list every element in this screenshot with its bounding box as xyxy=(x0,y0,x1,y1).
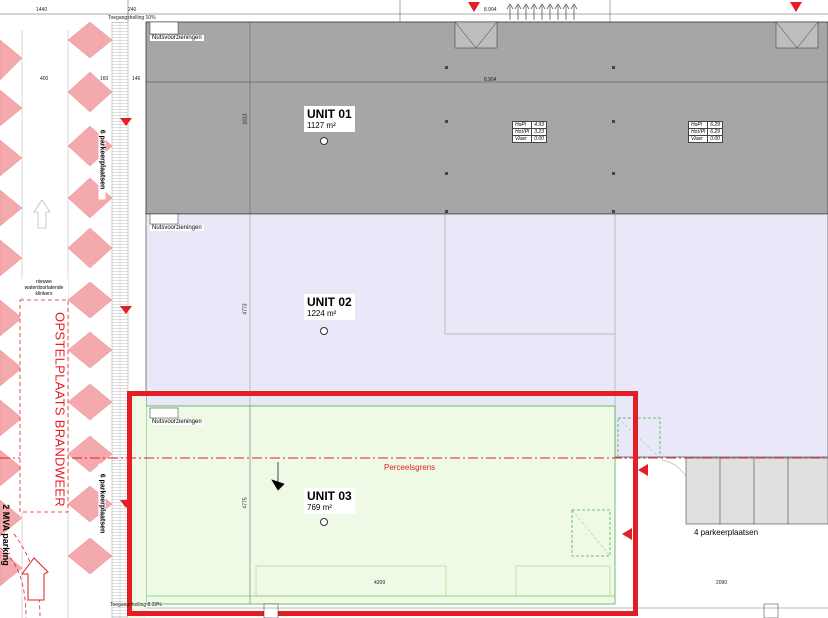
level-marker-icon xyxy=(320,518,328,526)
unit-01-area-value: 1127 m² xyxy=(307,121,336,130)
ratio-key: HoPl xyxy=(687,121,709,129)
parcel-boundary-label: Perceelsgrens xyxy=(384,463,436,472)
unit-01-name: UNIT 01 xyxy=(307,107,352,121)
parking-right-label: 4 parkeerplaatsen xyxy=(694,528,759,537)
unit-02-area-value: 1224 m² xyxy=(307,309,337,318)
dim-bottom-a: 4209 xyxy=(374,580,386,586)
ratio-value: 4.93 xyxy=(531,121,547,129)
level-marker-icon xyxy=(320,137,328,145)
ratio-value: 3.23 xyxy=(531,128,547,136)
ratio-value: 6.29 xyxy=(707,121,723,129)
ratio-row: HoPl 6.29 xyxy=(687,121,723,129)
utility-box-2 xyxy=(149,213,179,225)
ratio-key: HoVPl xyxy=(687,128,709,136)
pavement-note-line-3: klinkers xyxy=(35,291,53,297)
ratio-row: HoVPl 6.29 xyxy=(687,128,723,136)
ratio-table-1: HoPl 4.93 HoVPl 3.23 Vloer 0.00 xyxy=(511,121,547,143)
level-marker-icon xyxy=(320,327,328,335)
unit-02-name: UNIT 02 xyxy=(307,295,352,309)
parking-right xyxy=(685,457,828,525)
dim-top-a: 1440 xyxy=(36,7,48,13)
dim-bottom-b: 2090 xyxy=(716,580,728,586)
dim-v-a: 1613 xyxy=(242,113,249,125)
ratio-row: HoVPl 3.23 xyxy=(511,128,547,136)
utility-box-1 xyxy=(149,21,179,35)
unit-01-label: UNIT 01 1127 m² xyxy=(304,106,355,132)
ratio-key: Vloer xyxy=(511,135,533,143)
edge-parking-text: 2 MVA parking xyxy=(1,504,11,566)
ratio-value: 0.00 xyxy=(707,135,723,143)
slope-bottom: Toegangshelling 8.33% xyxy=(110,602,162,608)
utilities-label-3: Nutsvoorzieningen xyxy=(150,419,204,425)
ratio-value: 6.29 xyxy=(707,128,723,136)
utility-box-3 xyxy=(149,407,179,419)
dim-left-b: 160 xyxy=(100,76,109,82)
slope-top: Toegangshelling 10% xyxy=(108,15,156,21)
ratio-key: HoVPl xyxy=(511,128,533,136)
dim-v-c: 4775 xyxy=(242,497,249,509)
dim-left-c: 146 xyxy=(132,76,141,82)
unit-03-name: UNIT 03 xyxy=(307,489,352,503)
dim-left-a: 400 xyxy=(40,76,49,82)
pavement-note: nieuwe waterdoorlatende klinkers xyxy=(20,279,68,297)
dim-top-c: 8.904 xyxy=(484,7,497,13)
unit-03-label: UNIT 03 769 m² xyxy=(304,488,355,514)
utilities-label-2: Nutsvoorzieningen xyxy=(150,225,204,231)
parking-left-top-label: 6 parkeerplaatsen xyxy=(98,119,106,200)
fire-brigade-label: OPSTELPLAATS BRANDWEER xyxy=(52,312,68,507)
ratio-value: 0.00 xyxy=(531,135,547,143)
floor-plan xyxy=(0,0,828,618)
unit-02-label: UNIT 02 1224 m² xyxy=(304,294,355,320)
ratio-table-2: HoPl 6.29 HoVPl 6.29 Vloer 0.00 xyxy=(687,121,723,143)
ratio-key: Vloer xyxy=(687,135,709,143)
unit-03-area-value: 769 m² xyxy=(307,503,332,512)
dim-mid: 8.904 xyxy=(484,77,497,83)
ratio-row: Vloer 0.00 xyxy=(687,135,723,143)
ratio-row: Vloer 0.00 xyxy=(511,135,547,143)
unit-03-area xyxy=(145,405,616,605)
ratio-row: HoPl 4.93 xyxy=(511,121,547,129)
dim-v-b: 4773 xyxy=(242,303,249,315)
dim-top-b: 240 xyxy=(128,7,137,13)
parking-left-bottom-label: 6 parkeerplaatsen xyxy=(98,463,106,544)
utilities-label-1: Nutsvoorzieningen xyxy=(150,35,204,41)
ratio-key: HoPl xyxy=(511,121,533,129)
